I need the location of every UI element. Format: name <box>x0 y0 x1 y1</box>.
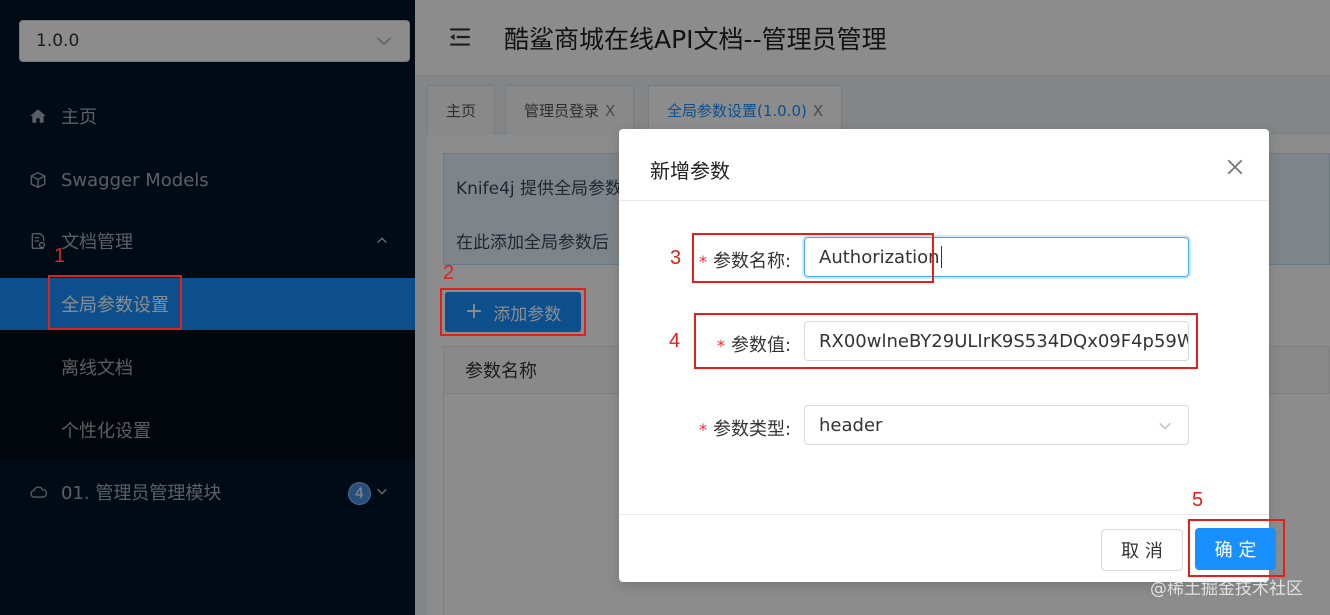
annotation-number: 2 <box>443 262 455 284</box>
text-caret <box>940 246 942 268</box>
chevron-down-icon <box>1159 422 1171 430</box>
annotation-number: 5 <box>1192 489 1204 511</box>
annotation-number: 1 <box>54 245 66 267</box>
annotation-number: 4 <box>669 330 681 352</box>
param-type-label: * 参数类型: <box>699 419 792 440</box>
divider <box>619 514 1269 515</box>
param-type-value: header <box>819 414 883 436</box>
annotation-box <box>694 313 1198 369</box>
required-mark: * <box>699 420 707 439</box>
modal-title: 新增参数 <box>650 159 730 183</box>
annotation-box <box>48 275 182 330</box>
annotation-box <box>440 288 586 336</box>
divider <box>619 200 1269 201</box>
close-icon[interactable] <box>1226 158 1244 176</box>
watermark: @稀土掘金技术社区 <box>1150 579 1303 599</box>
annotation-box <box>692 233 934 283</box>
annotation-number: 3 <box>670 247 682 269</box>
annotation-box <box>1188 519 1285 577</box>
param-type-select[interactable]: header <box>804 405 1189 445</box>
cancel-button[interactable]: 取 消 <box>1101 529 1183 571</box>
